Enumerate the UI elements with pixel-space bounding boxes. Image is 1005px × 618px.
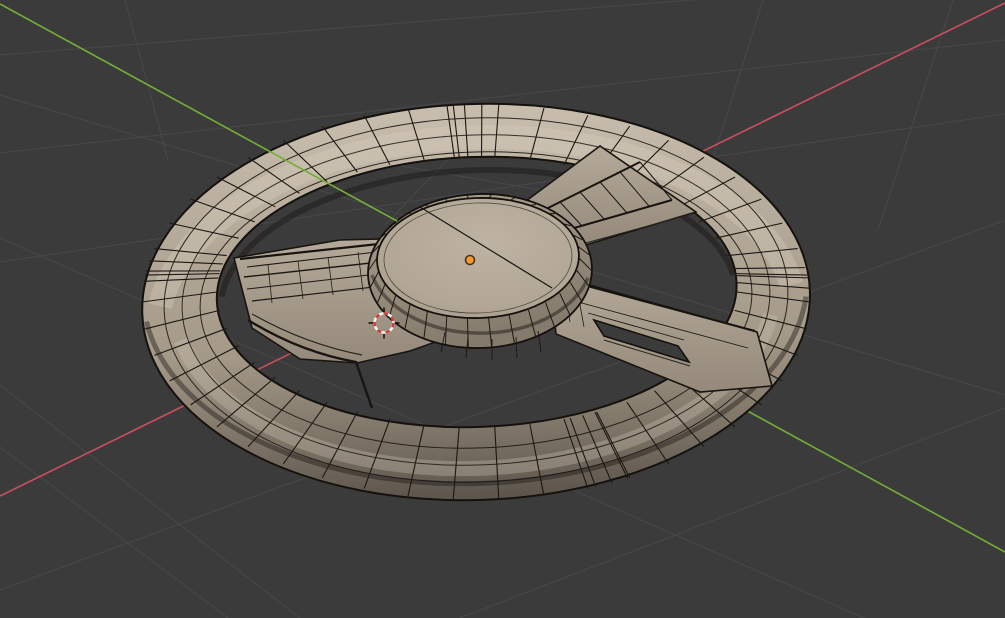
viewport-canvas[interactable]	[0, 0, 1005, 618]
object-origin-point	[464, 254, 476, 266]
viewport-3d[interactable]	[0, 0, 1005, 618]
